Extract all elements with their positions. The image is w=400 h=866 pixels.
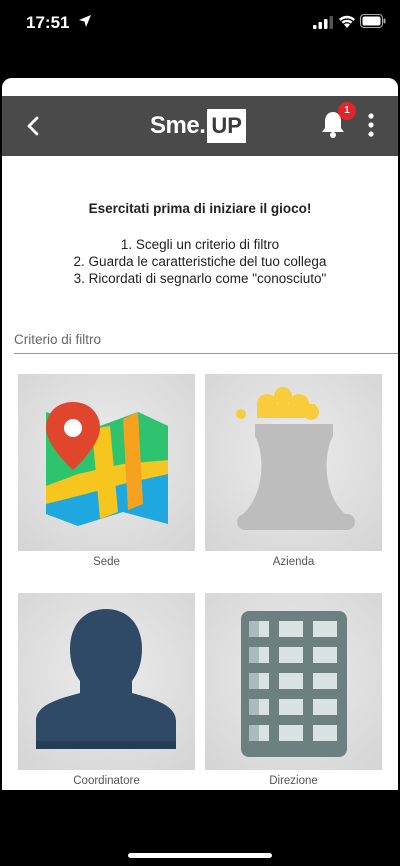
back-arrow-icon[interactable] [22,114,46,138]
intro-section: Esercitati prima di iniziare il gioco! 1… [2,201,398,287]
app-screen: Sme. UP 1 Esercitati prima di iniziare i… [2,78,398,790]
map-pin-icon [46,402,168,526]
step-item: 2. Guarda le caratteristiche del tuo col… [73,254,327,269]
building-grid-icon [241,611,347,757]
filter-criteria-label: Criterio di filtro [14,332,102,347]
location-arrow-icon [79,15,91,27]
status-bar: 17:51 [0,0,400,50]
person-silhouette-icon [36,609,176,749]
notifications-button[interactable]: 1 [320,102,356,140]
card-sede-label: Sede [93,556,120,568]
home-indicator[interactable] [128,853,272,858]
card-direzione-image [205,593,382,770]
logo-text-right: UP [207,109,246,143]
card-coordinatore-image [18,593,195,770]
step-item: 3. Ricordati di segnarlo come "conosciut… [73,271,327,286]
card-azienda-image [205,374,382,551]
intro-title: Esercitati prima di iniziare il gioco! [88,201,312,216]
card-sede-image [18,374,195,551]
card-azienda-label: Azienda [272,556,315,568]
battery-icon [360,14,386,28]
steps-list: 1. Scegli un criterio di filtro 2. Guard… [2,236,398,287]
smeup-logo: Sme. UP [150,108,246,144]
card-direzione[interactable]: Direzione [205,593,382,787]
step-item: 1. Scegli un criterio di filtro [120,237,280,252]
card-coordinatore[interactable]: Coordinatore [18,593,195,787]
card-coordinatore-label: Coordinatore [73,775,140,787]
card-direzione-label: Direzione [269,775,318,787]
top-spacer [2,78,398,96]
status-time: 17:51 [26,13,70,32]
logo-text-left: Sme. [150,112,206,139]
more-options-icon[interactable] [366,112,376,138]
app-header: Sme. UP 1 [2,96,398,156]
wifi-icon [339,15,355,28]
card-azienda[interactable]: Azienda [205,374,382,568]
factory-chimney-icon [236,387,355,530]
filter-divider [14,353,398,354]
cellular-signal-icon [313,16,333,29]
card-sede[interactable]: Sede [18,374,195,568]
notification-badge: 1 [338,102,356,120]
